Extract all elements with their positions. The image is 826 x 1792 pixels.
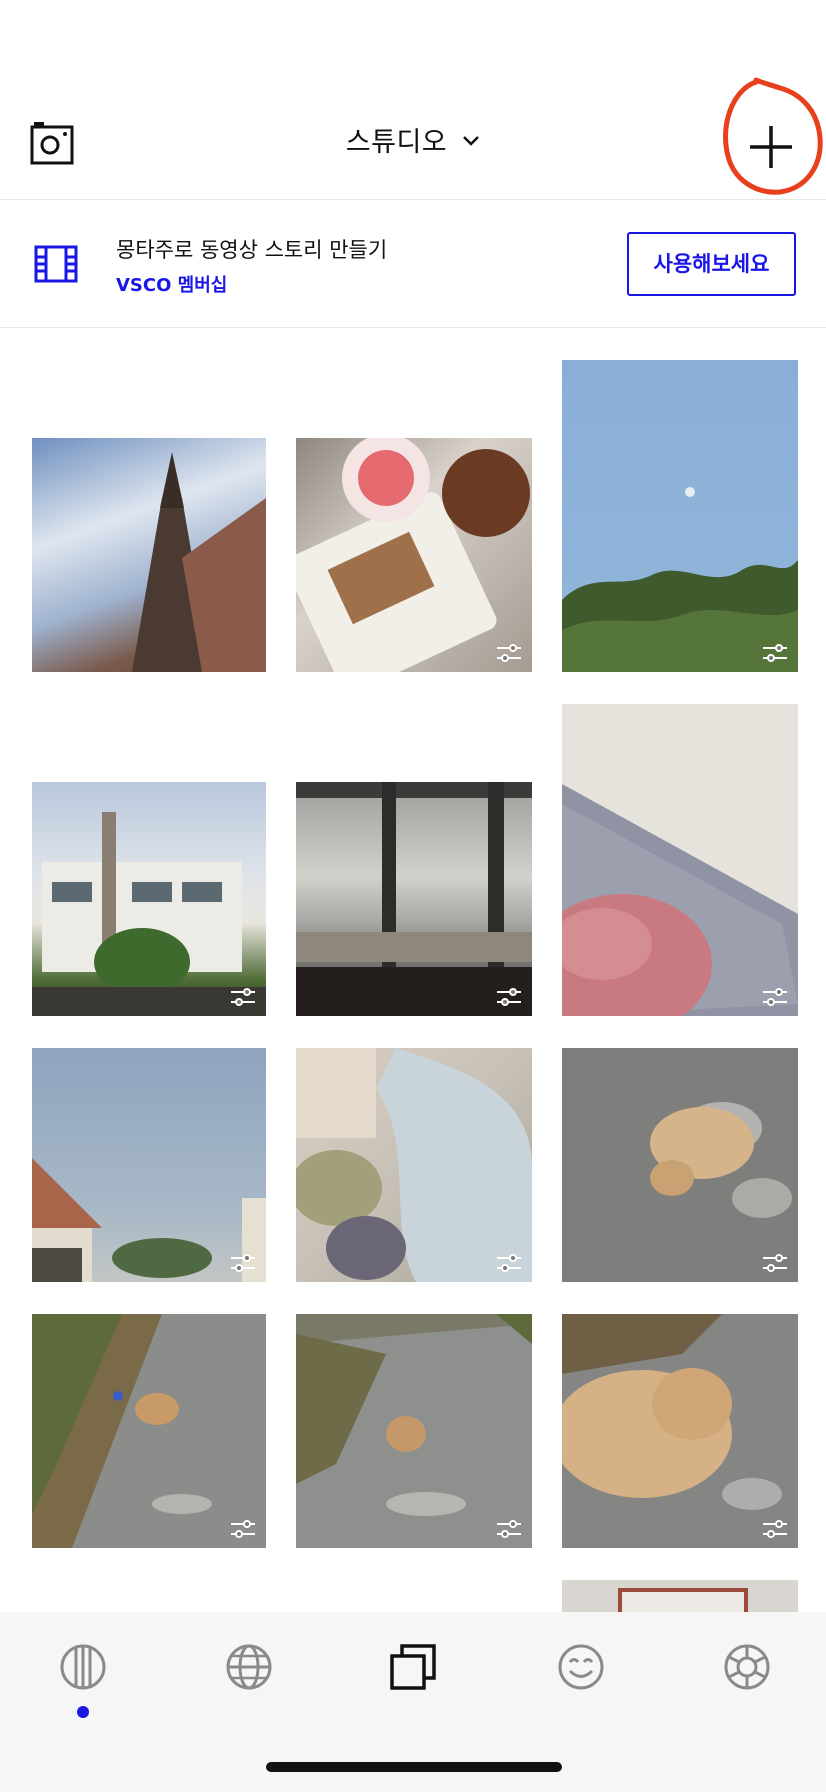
- promo-banner: 몽타주로 동영상 스토리 만들기 VSCO 멤버십 사용해보세요: [0, 200, 826, 328]
- promo-title: 몽타주로 동영상 스토리 만들기: [116, 238, 388, 262]
- studio-icon[interactable]: [388, 1642, 438, 1692]
- edit-adjust-icon: [763, 644, 787, 662]
- studio-title-selector[interactable]: 스튜디오: [0, 120, 826, 159]
- edit-adjust-icon: [231, 988, 255, 1006]
- photo-partial-frame[interactable]: [562, 1580, 798, 1612]
- film-strip-icon: [34, 245, 78, 283]
- chevron-down-icon: [463, 135, 480, 146]
- edit-adjust-icon: [763, 988, 787, 1006]
- edit-adjust-icon: [497, 644, 521, 662]
- edit-adjust-icon: [763, 1520, 787, 1538]
- try-it-button[interactable]: 사용해보세요: [627, 232, 796, 296]
- smiley-icon[interactable]: [556, 1642, 606, 1692]
- photo-house[interactable]: [32, 782, 266, 1016]
- home-indicator[interactable]: [266, 1762, 562, 1772]
- app-header: 스튜디오: [0, 0, 826, 200]
- edit-adjust-icon: [497, 1254, 521, 1272]
- photo-sky-roof[interactable]: [32, 1048, 266, 1282]
- photo-dog-path-2[interactable]: [296, 1314, 532, 1548]
- photo-church[interactable]: [32, 438, 266, 672]
- photo-sky-moon-pine[interactable]: [562, 360, 798, 672]
- globe-icon[interactable]: [224, 1642, 274, 1692]
- photo-cafe-window-sea[interactable]: [296, 782, 532, 1016]
- photo-cafe-desserts[interactable]: [296, 438, 532, 672]
- photo-blanket-pink[interactable]: [562, 704, 798, 1016]
- aperture-icon[interactable]: [722, 1642, 772, 1692]
- plus-icon[interactable]: [746, 122, 796, 172]
- edit-adjust-icon: [763, 1254, 787, 1272]
- edit-adjust-icon: [231, 1520, 255, 1538]
- promo-subtitle: VSCO 멤버십: [116, 275, 228, 296]
- photo-dog-lying[interactable]: [562, 1048, 798, 1282]
- photo-bed-pillows[interactable]: [296, 1048, 532, 1282]
- photo-dog-closeup[interactable]: [562, 1314, 798, 1548]
- page-title: 스튜디오: [345, 127, 448, 158]
- active-tab-indicator: [77, 1706, 89, 1718]
- edit-adjust-icon: [231, 1254, 255, 1272]
- photo-dog-path-1[interactable]: [32, 1314, 266, 1548]
- feed-icon[interactable]: [58, 1642, 108, 1692]
- edit-adjust-icon: [497, 1520, 521, 1538]
- edit-adjust-icon: [497, 988, 521, 1006]
